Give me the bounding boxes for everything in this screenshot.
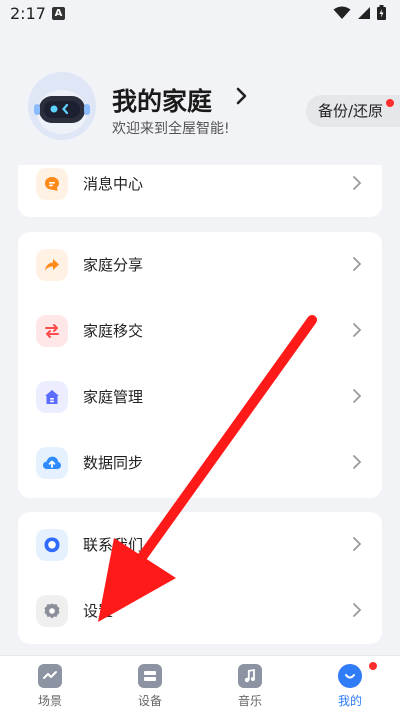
tab-label: 我的 [337, 694, 362, 708]
wifi-icon [333, 6, 351, 19]
bottom-tab-bar: 场景 设备 音乐 我的 [0, 655, 400, 713]
family-card: 家庭分享 家庭移交 家庭管理 数据同步 [18, 232, 382, 498]
device-icon [138, 664, 162, 688]
menu-row-label: 家庭管理 [83, 388, 144, 406]
chevron-right-icon[interactable] [236, 87, 248, 105]
menu-row-label: 数据同步 [83, 454, 144, 472]
chevron-right-icon [353, 323, 362, 337]
robot-avatar-icon [28, 72, 96, 140]
home-title[interactable]: 我的家庭 [112, 82, 212, 118]
menu-row-family-transfer[interactable]: 家庭移交 [18, 298, 382, 364]
menu-row-label: 家庭分享 [83, 256, 144, 274]
menu-row-data-sync[interactable]: 数据同步 [18, 430, 382, 496]
message-icon [36, 168, 68, 200]
chevron-right-icon [353, 603, 362, 617]
transfer-icon [36, 315, 68, 347]
menu-row-contact[interactable]: 联系我们 [18, 512, 382, 578]
menu-row-label: 联系我们 [83, 536, 144, 554]
chevron-right-icon [353, 455, 362, 469]
message-card: 消息中心 [18, 165, 382, 217]
backup-badge-dot [386, 99, 394, 107]
tab-music[interactable]: 音乐 [200, 656, 300, 713]
cloud-upload-icon [36, 447, 68, 479]
profile-header[interactable]: 我的家庭 欢迎来到全屋智能! 备份/还原 [0, 60, 400, 160]
home-subtitle: 欢迎来到全屋智能! [112, 121, 230, 137]
share-icon [36, 249, 68, 281]
tab-label: 场景 [37, 694, 62, 708]
scene-icon [38, 664, 62, 688]
chevron-right-icon [353, 389, 362, 403]
chevron-right-icon [353, 176, 362, 190]
profile-icon [338, 664, 362, 688]
settings-card: 联系我们 设置 [18, 512, 382, 644]
menu-row-label: 设置 [83, 602, 114, 620]
status-time: 2:17 [10, 4, 46, 23]
menu-row-label: 家庭移交 [83, 322, 144, 340]
status-icons [333, 5, 386, 20]
menu-row-settings[interactable]: 设置 [18, 578, 382, 644]
tab-label: 音乐 [237, 694, 262, 708]
menu-row-family-manage[interactable]: 家庭管理 [18, 364, 382, 430]
menu-row-label: 消息中心 [83, 175, 144, 193]
tab-badge-dot [369, 662, 377, 670]
chevron-right-icon [353, 537, 362, 551]
home-manage-icon [36, 381, 68, 413]
menu-row-message[interactable]: 消息中心 [18, 151, 382, 217]
tab-devices[interactable]: 设备 [100, 656, 200, 713]
contact-icon [36, 529, 68, 561]
chevron-right-icon [353, 257, 362, 271]
battery-icon [377, 5, 386, 20]
signal-icon [358, 6, 370, 19]
tab-label: 设备 [137, 694, 162, 708]
tab-scene[interactable]: 场景 [0, 656, 100, 713]
gear-icon [36, 595, 68, 627]
music-icon [238, 664, 262, 688]
status-bar: 2:17 A [0, 0, 400, 28]
menu-row-family-share[interactable]: 家庭分享 [18, 232, 382, 298]
tab-mine[interactable]: 我的 [300, 656, 400, 713]
avatar[interactable] [28, 72, 96, 140]
notification-icon: A [52, 7, 65, 20]
